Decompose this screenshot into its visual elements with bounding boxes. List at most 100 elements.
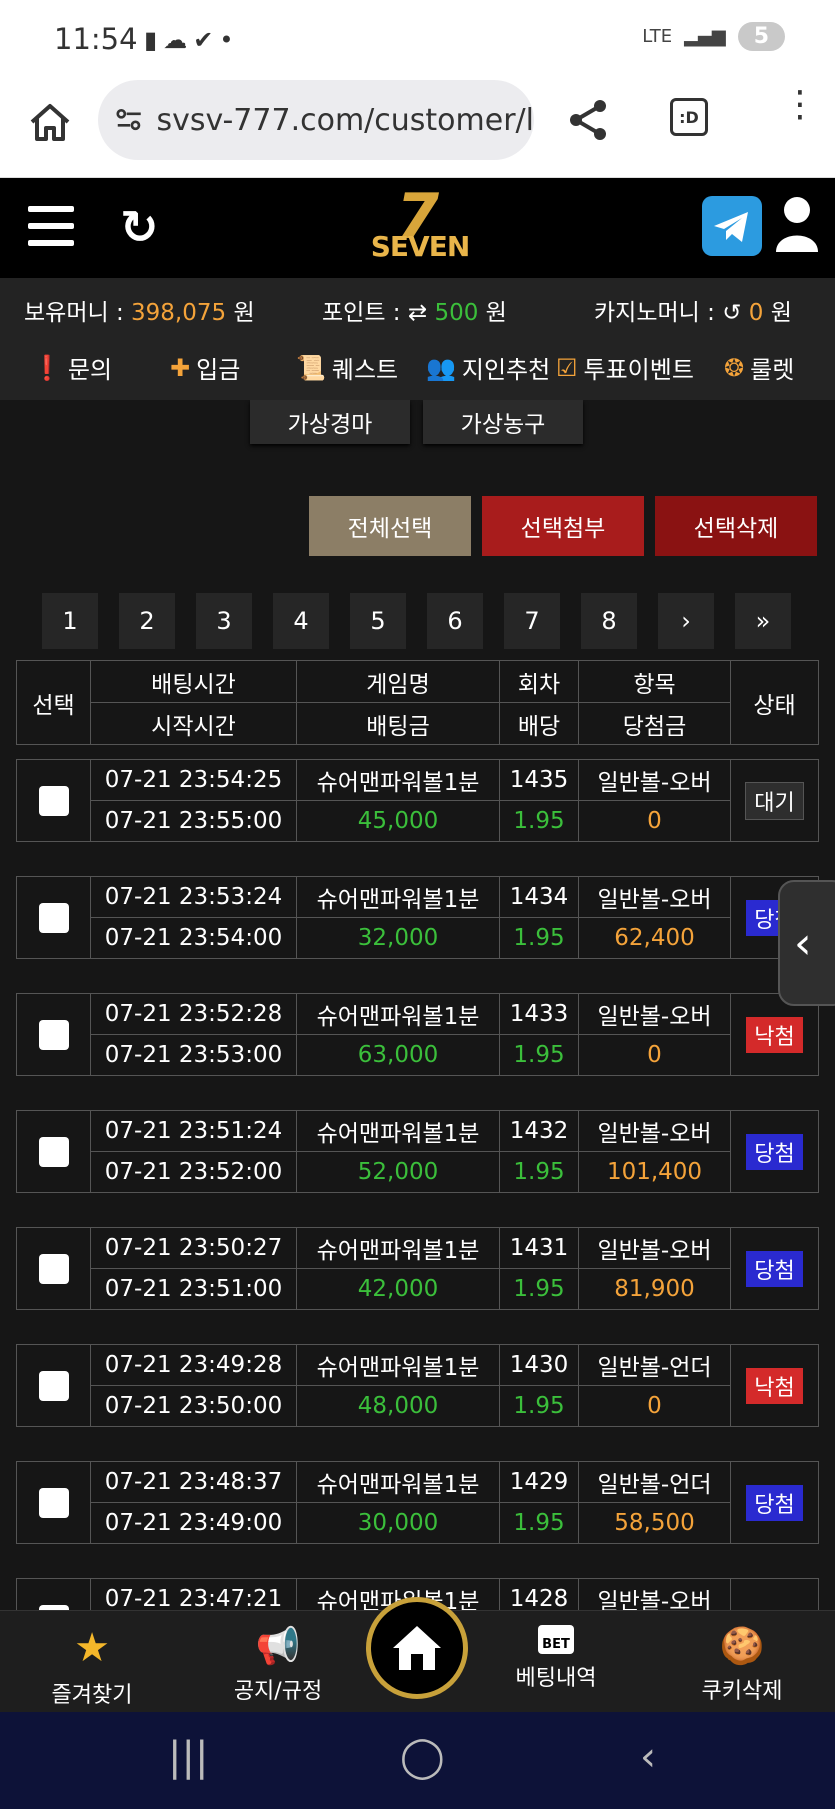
status-badge: 낙첨 (746, 1367, 803, 1404)
casino-balance[interactable]: 카지노머니 : ↺ 0 원 (594, 293, 792, 327)
bet-row: 07-21 23:49:28 슈어맨파워볼1분 1430 일반볼-언더 낙첨 07-21 … (16, 1344, 819, 1427)
address-bar[interactable]: svsv-777.com/customer/l (98, 80, 534, 160)
telegram-icon[interactable] (702, 196, 762, 256)
game-name: 슈어맨파워볼1분 (296, 1461, 500, 1503)
nav-cookie-delete[interactable]: 🍪 쿠키삭제 (662, 1625, 822, 1705)
back-icon[interactable]: ‹ (640, 1734, 656, 1780)
status-cell: 당첨 (730, 1110, 819, 1193)
menu-inquiry[interactable]: ❗ 문의 (32, 350, 112, 385)
recent-apps-icon[interactable]: ||| (168, 1734, 208, 1780)
row-checkbox[interactable] (38, 1253, 69, 1284)
status-time: 11:54 (54, 22, 138, 56)
refresh-icon[interactable]: ↻ (120, 200, 159, 254)
android-home-icon[interactable]: ◯ (400, 1734, 445, 1780)
nav-bet-history[interactable]: BET 베팅내역 (476, 1625, 636, 1692)
page-4[interactable]: 4 (273, 593, 329, 649)
hamburger-menu-icon[interactable] (28, 206, 74, 246)
signal-icon: ▂▄▆ (684, 26, 726, 47)
lte-icon: LTE (642, 26, 673, 47)
page-6[interactable]: 6 (427, 593, 483, 649)
point-value: 500 (434, 300, 479, 326)
row-select-cell (16, 993, 91, 1076)
status-cell: 낙첨 (730, 1344, 819, 1427)
bet-time: 07-21 23:52:28 (90, 993, 297, 1035)
row-checkbox[interactable] (38, 1136, 69, 1167)
bet-row: 07-21 23:53:24 슈어맨파워볼1분 1434 일반볼-오버 당첨 07-21 … (16, 876, 819, 959)
android-nav-bar: ||| ◯ ‹ (0, 1712, 835, 1809)
browser-toolbar: svsv-777.com/customer/l :D ⋮ (0, 80, 835, 178)
nav-home[interactable] (366, 1597, 468, 1699)
bet-item: 일반볼-오버 (578, 1227, 731, 1269)
next-page-button[interactable]: › (658, 593, 714, 649)
home-icon[interactable] (28, 100, 72, 144)
page-7[interactable]: 7 (504, 593, 560, 649)
bet-amount: 45,000 (296, 800, 500, 842)
row-select-cell (16, 1344, 91, 1427)
bet-amount: 63,000 (296, 1034, 500, 1076)
menu-deposit[interactable]: ✚ 입금 (170, 350, 240, 385)
delete-selected-button[interactable]: 선택삭제 (655, 496, 817, 556)
header-start-time: 시작시간 (90, 702, 297, 745)
tab-virtual-horse[interactable]: 가상경마 (250, 400, 410, 444)
side-panel-toggle[interactable]: ‹ (778, 880, 835, 1006)
win-amount: 62,400 (578, 917, 731, 959)
nav-notice[interactable]: 📢 공지/규정 (198, 1625, 358, 1705)
attach-selected-button[interactable]: 선택첨부 (482, 496, 644, 556)
row-checkbox[interactable] (38, 1370, 69, 1401)
menu-vote-event[interactable]: ☑ 투표이벤트 (556, 350, 694, 385)
select-all-button[interactable]: 전체선택 (309, 496, 471, 556)
user-icon[interactable] (774, 194, 820, 254)
more-menu-icon[interactable]: ⋮ (782, 87, 818, 123)
share-icon[interactable] (566, 96, 610, 144)
odds: 1.95 (499, 800, 579, 842)
odds: 1.95 (499, 1268, 579, 1310)
tabs-button[interactable]: :D (670, 98, 708, 136)
row-checkbox[interactable] (38, 1487, 69, 1518)
page-8[interactable]: 8 (581, 593, 637, 649)
start-time: 07-21 23:50:00 (90, 1385, 297, 1427)
page-3[interactable]: 3 (196, 593, 252, 649)
page-1[interactable]: 1 (42, 593, 98, 649)
reload-icon[interactable]: ↺ (722, 300, 741, 326)
menu-quest[interactable]: 📜 퀘스트 (296, 350, 398, 385)
round: 1430 (499, 1344, 579, 1386)
last-page-button[interactable]: » (735, 593, 791, 649)
round: 1431 (499, 1227, 579, 1269)
bet-item: 일반볼-언더 (578, 1344, 731, 1386)
status-badge: 낙첨 (746, 1016, 803, 1053)
bet-item: 일반볼-언더 (578, 1461, 731, 1503)
header-game-name: 게임명 (296, 660, 500, 703)
header-win-amount: 당첨금 (578, 702, 731, 745)
page-2[interactable]: 2 (119, 593, 175, 649)
odds: 1.95 (499, 917, 579, 959)
money-label: 보유머니 : (24, 300, 124, 326)
menu-referral[interactable]: 👥 지인추천 (426, 350, 550, 385)
tab-virtual-basketball[interactable]: 가상농구 (423, 400, 583, 444)
game-name: 슈어맨파워볼1분 (296, 1110, 500, 1152)
casino-label: 카지노머니 : (594, 300, 715, 326)
site-logo[interactable]: 7 SEVEN (360, 180, 480, 270)
money-unit: 원 (233, 300, 255, 326)
header-status: 상태 (730, 660, 819, 745)
point-balance[interactable]: 포인트 : ⇄ 500 원 (322, 293, 507, 327)
exchange-icon[interactable]: ⇄ (408, 300, 427, 326)
game-name: 슈어맨파워볼1분 (296, 759, 500, 801)
menu-roulette[interactable]: ❂ 룰렛 (724, 350, 794, 385)
bet-time: 07-21 23:50:27 (90, 1227, 297, 1269)
row-checkbox[interactable] (38, 902, 69, 933)
bet-time: 07-21 23:54:25 (90, 759, 297, 801)
round: 1435 (499, 759, 579, 801)
row-checkbox[interactable] (38, 785, 69, 816)
people-icon: 👥 (426, 353, 456, 382)
bet-row: 07-21 23:54:25 슈어맨파워볼1분 1435 일반볼-오버 대기 07-21 … (16, 759, 819, 842)
round: 1434 (499, 876, 579, 918)
page-5[interactable]: 5 (350, 593, 406, 649)
row-checkbox[interactable] (38, 1019, 69, 1050)
bet-amount: 42,000 (296, 1268, 500, 1310)
nav-favorites[interactable]: ★ 즐겨찾기 (12, 1625, 172, 1709)
win-amount: 101,400 (578, 1151, 731, 1193)
bet-time: 07-21 23:49:28 (90, 1344, 297, 1386)
odds: 1.95 (499, 1034, 579, 1076)
site-settings-icon[interactable] (116, 107, 143, 133)
logo-text: SEVEN (370, 230, 471, 263)
